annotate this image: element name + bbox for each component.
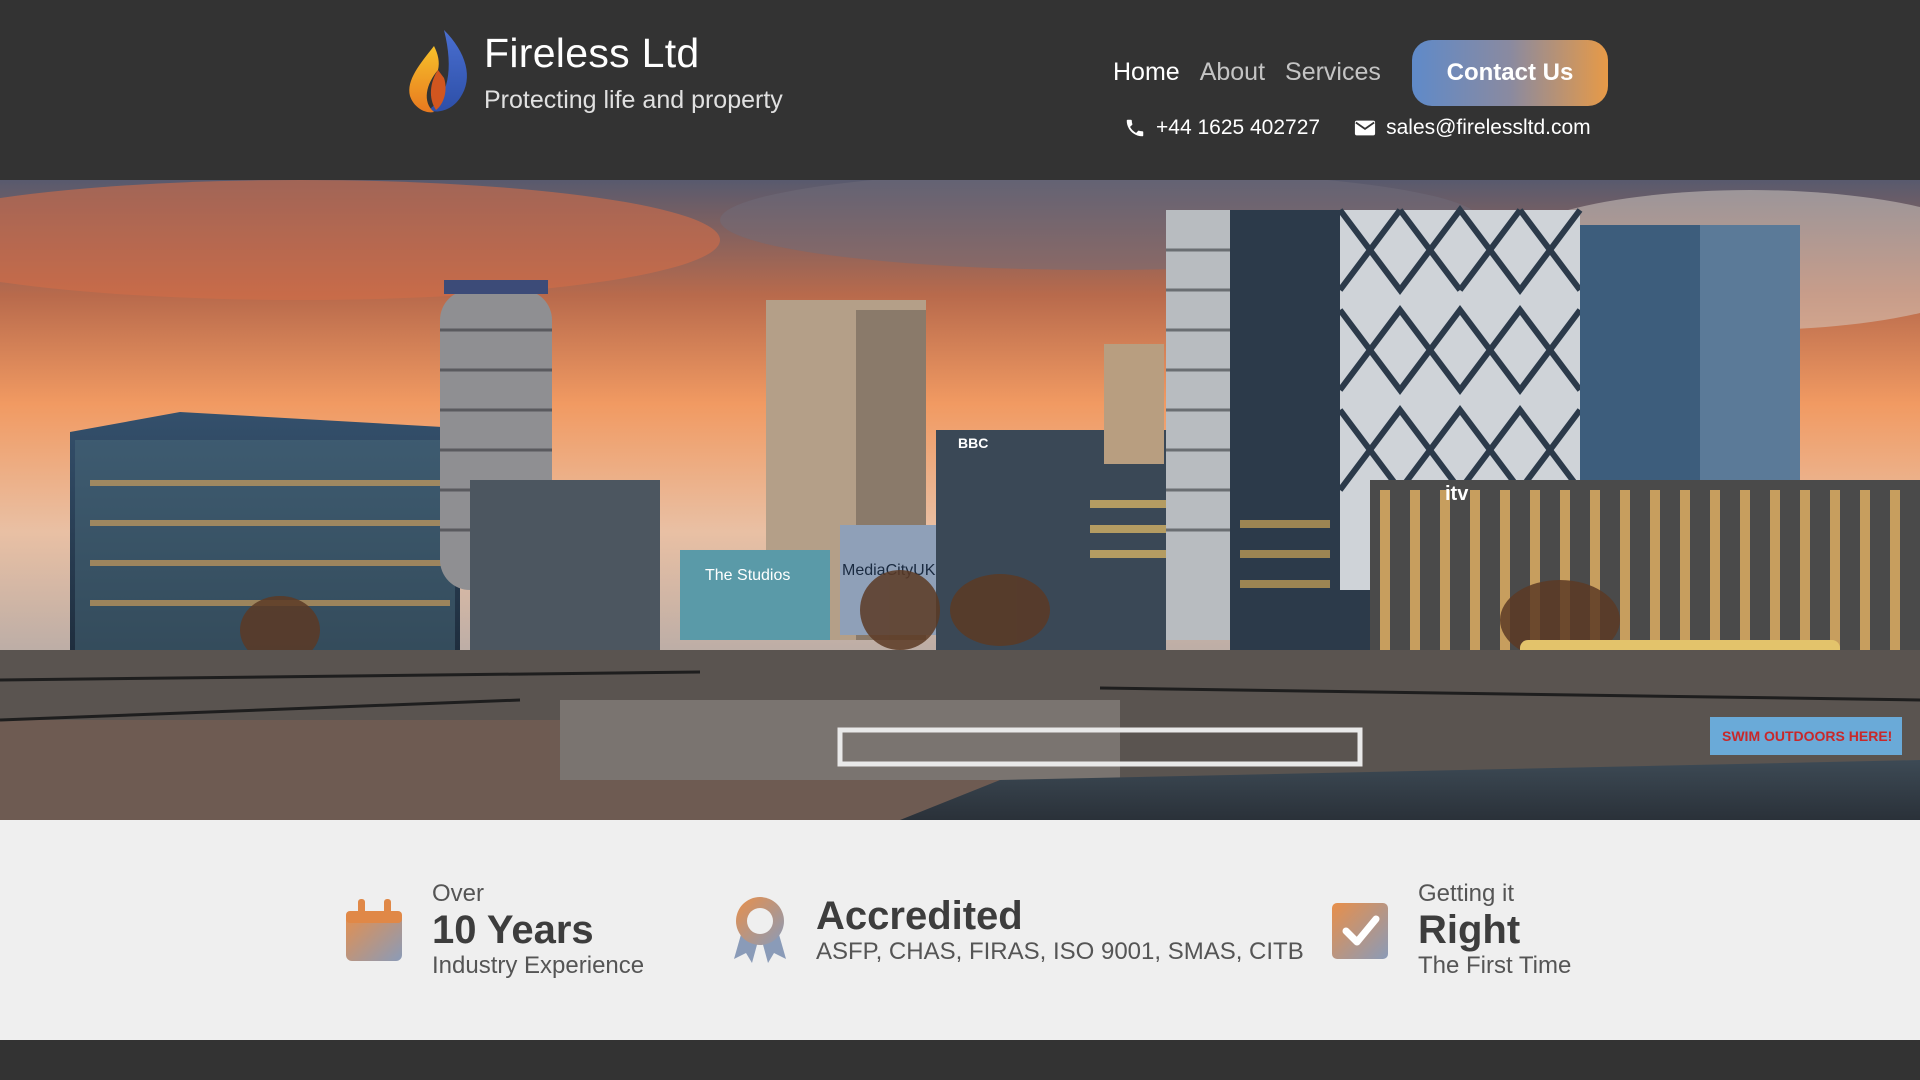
- svg-text:BBC: BBC: [958, 435, 988, 451]
- envelope-icon: [1355, 120, 1376, 136]
- main-nav: Home About Services: [1113, 58, 1381, 87]
- feature-title: Right: [1418, 908, 1521, 952]
- footer-strip: [0, 1040, 1920, 1080]
- svg-text:itv: itv: [1445, 483, 1469, 505]
- email-link[interactable]: sales@firelessltd.com: [1354, 116, 1591, 140]
- brand-tagline: Protecting life and property: [484, 86, 783, 114]
- phone-link[interactable]: +44 1625 402727: [1124, 116, 1320, 140]
- svg-text:The Studios: The Studios: [705, 567, 790, 584]
- nav-home[interactable]: Home: [1113, 58, 1180, 87]
- feature-experience: Over 10 Years Industry Experience: [344, 820, 644, 1040]
- media-city-skyline-illustration: The Studios MediaCityUK BBC itv SWIM OUT…: [0, 180, 1920, 820]
- feature-top-text: Over: [432, 880, 485, 908]
- feature-subtitle: The First Time: [1418, 952, 1572, 979]
- calendar-icon: [346, 899, 402, 961]
- checkbox-check-icon: [1332, 903, 1388, 959]
- svg-text:SWIM OUTDOORS HERE!: SWIM OUTDOORS HERE!: [1722, 728, 1892, 744]
- brand-name[interactable]: Fireless Ltd: [484, 30, 700, 77]
- feature-top-text: Getting it: [1418, 880, 1515, 908]
- flame-logo-icon[interactable]: [404, 26, 474, 118]
- nav-services[interactable]: Services: [1285, 58, 1381, 87]
- feature-right-first-time: Getting it Right The First Time: [1330, 820, 1571, 1040]
- phone-icon: [1126, 119, 1144, 137]
- contact-info: +44 1625 402727 sales@firelessltd.com: [1124, 116, 1591, 140]
- feature-subtitle: ASFP, CHAS, FIRAS, ISO 9001, SMAS, CITB: [816, 938, 1304, 966]
- feature-text-experience: Over 10 Years Industry Experience: [432, 880, 644, 979]
- features-bar: Over 10 Years Industry Experience Accred…: [0, 820, 1920, 1040]
- nav-about[interactable]: About: [1200, 58, 1265, 87]
- feature-subtitle: Industry Experience: [432, 952, 645, 979]
- email-address: sales@firelessltd.com: [1386, 116, 1591, 139]
- award-ribbon-icon: [734, 897, 786, 963]
- feature-text-right: Getting it Right The First Time: [1418, 880, 1571, 979]
- feature-text-accredited: Accredited ASFP, CHAS, FIRAS, ISO 9001, …: [816, 894, 1304, 966]
- feature-accredited: Accredited ASFP, CHAS, FIRAS, ISO 9001, …: [728, 820, 1304, 1040]
- hero-image: The Studios MediaCityUK BBC itv SWIM OUT…: [0, 180, 1920, 820]
- feature-title: 10 Years: [432, 908, 594, 952]
- site-header: Fireless Ltd Protecting life and propert…: [0, 0, 1920, 180]
- phone-number: +44 1625 402727: [1156, 116, 1321, 139]
- feature-title: Accredited: [816, 894, 1023, 939]
- contact-us-button[interactable]: Contact Us: [1412, 40, 1608, 106]
